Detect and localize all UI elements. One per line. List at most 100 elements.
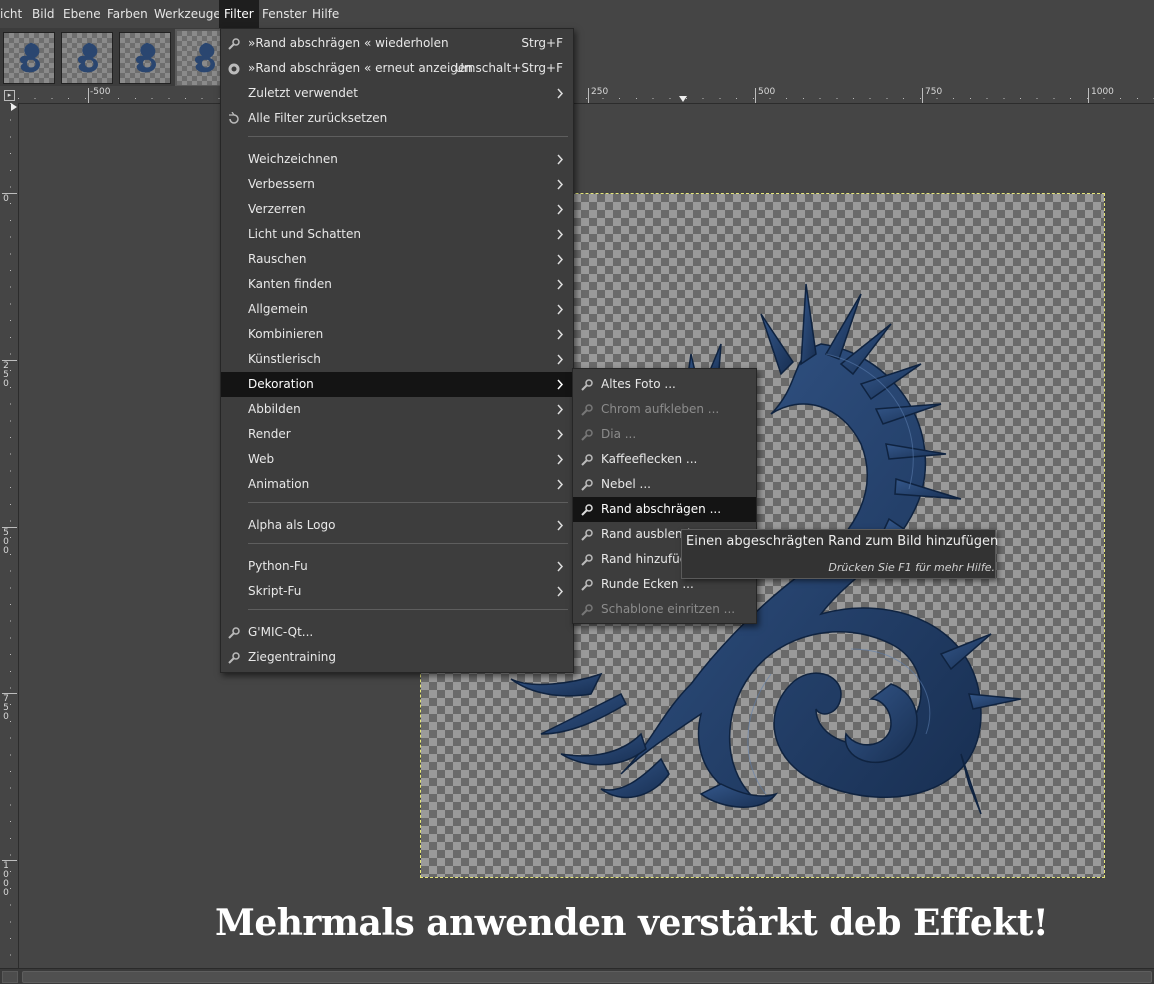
menu-item-ziegentraining[interactable]: Ziegentraining <box>221 645 573 670</box>
menu-item-render[interactable]: Render <box>221 422 573 447</box>
gear-icon <box>228 627 240 639</box>
gear-icon <box>581 429 593 441</box>
menu-item-verzerren[interactable]: Verzerren <box>221 197 573 222</box>
menubar: icht Bild Ebene Farben Werkzeuge Filter … <box>0 0 1154 28</box>
gear-icon <box>581 404 593 416</box>
gear-icon <box>581 504 593 516</box>
menu-item-gmic-qt[interactable]: G'MIC-Qt... <box>221 620 573 645</box>
chevron-right-icon <box>557 179 564 190</box>
menu-item-licht-und-schatten[interactable]: Licht und Schatten <box>221 222 573 247</box>
submenu-item-rand-abschraegen[interactable]: Rand abschrägen ... <box>573 497 756 522</box>
dragon-thumbnail-icon <box>19 42 40 73</box>
submenu-item-dia[interactable]: Dia ... <box>573 422 756 447</box>
ruler-label: 0 <box>3 194 9 204</box>
horizontal-scrollbar[interactable] <box>0 968 1154 984</box>
chevron-right-icon <box>557 304 564 315</box>
vertical-ruler: 0 250 500 750 1000 <box>0 103 19 968</box>
pointer-position-marker <box>679 96 687 102</box>
gear-icon <box>581 454 593 466</box>
menu-hilfe[interactable]: Hilfe <box>307 0 344 28</box>
ruler-label: 1000 <box>3 861 9 898</box>
ruler-label: 750 <box>3 694 9 722</box>
submenu-item-kaffeeflecken[interactable]: Kaffeeflecken ... <box>573 447 756 472</box>
menu-item-weichzeichnen[interactable]: Weichzeichnen <box>221 147 573 172</box>
menu-item-abbilden[interactable]: Abbilden <box>221 397 573 422</box>
reshow-icon <box>228 63 240 75</box>
image-tab-1[interactable] <box>3 32 55 84</box>
menu-item-dekoration[interactable]: Dekoration <box>221 372 573 397</box>
chevron-right-icon <box>557 279 564 290</box>
gear-icon <box>581 379 593 391</box>
chevron-right-icon <box>557 254 564 265</box>
image-tab-3[interactable] <box>119 32 171 84</box>
chevron-right-icon <box>557 329 564 340</box>
image-tabs <box>0 28 229 87</box>
submenu-item-altes-foto[interactable]: Altes Foto ... <box>573 372 756 397</box>
menu-ebene[interactable]: Ebene <box>58 0 106 28</box>
ruler-label: 750 <box>925 87 943 97</box>
ruler-label: 500 <box>3 528 9 556</box>
chevron-right-icon <box>557 561 564 572</box>
image-tab-2[interactable] <box>61 32 113 84</box>
menu-separator <box>248 609 568 610</box>
gear-icon <box>581 579 593 591</box>
ruler-corner[interactable]: ▸ <box>0 86 18 103</box>
submenu-item-nebel[interactable]: Nebel ... <box>573 472 756 497</box>
menu-item-skript-fu[interactable]: Skript-Fu <box>221 579 573 604</box>
tooltip-title: Einen abgeschrägten Rand zum Bild hinzuf… <box>686 534 999 549</box>
gear-icon <box>581 479 593 491</box>
chevron-right-icon <box>557 520 564 531</box>
chevron-right-icon <box>557 88 564 99</box>
reset-icon <box>229 112 239 124</box>
chevron-right-icon <box>557 454 564 465</box>
menu-item-kuenstlerisch[interactable]: Künstlerisch <box>221 347 573 372</box>
chevron-right-icon <box>557 229 564 240</box>
menu-item-alpha-als-logo[interactable]: Alpha als Logo <box>221 513 573 538</box>
submenu-item-chrom-aufkleben[interactable]: Chrom aufkleben ... <box>573 397 756 422</box>
menu-item-animation[interactable]: Animation <box>221 472 573 497</box>
gear-icon <box>581 604 593 616</box>
scrollbar-thumb[interactable] <box>22 971 1152 983</box>
menu-separator <box>248 136 568 137</box>
ruler-label: 250 <box>591 87 609 97</box>
dragon-thumbnail-icon <box>194 42 215 73</box>
caption-text: Mehrmals anwenden verstärkt deb Effekt! <box>215 902 1049 944</box>
submenu-item-schablone-einritzen[interactable]: Schablone einritzen ... <box>573 597 756 622</box>
chevron-right-icon <box>557 204 564 215</box>
menu-item-repeat-filter[interactable]: »Rand abschrägen « wiederholen Strg+F <box>221 31 573 56</box>
gear-icon <box>581 529 593 541</box>
menu-item-python-fu[interactable]: Python-Fu <box>221 554 573 579</box>
filter-menu: »Rand abschrägen « wiederholen Strg+F »R… <box>220 28 574 673</box>
menu-werkzeuge[interactable]: Werkzeuge <box>149 0 226 28</box>
menu-fenster[interactable]: Fenster <box>257 0 312 28</box>
navigate-icon[interactable] <box>2 971 18 983</box>
menu-item-recently-used[interactable]: Zuletzt verwendet <box>221 81 573 106</box>
menu-farben[interactable]: Farben <box>102 0 153 28</box>
menu-separator <box>248 502 568 503</box>
chevron-right-icon <box>557 379 564 390</box>
quick-mask-icon: ▸ <box>4 90 15 101</box>
gear-icon <box>228 652 240 664</box>
menu-item-reset-filters[interactable]: Alle Filter zurücksetzen <box>221 106 573 131</box>
menu-separator <box>248 543 568 544</box>
menu-filter[interactable]: Filter <box>219 0 259 28</box>
menu-ansicht[interactable]: icht <box>0 0 27 28</box>
chevron-right-icon <box>557 429 564 440</box>
menu-item-allgemein[interactable]: Allgemein <box>221 297 573 322</box>
gear-icon <box>228 38 240 50</box>
ruler-label: 250 <box>3 361 9 389</box>
ruler-label: -500 <box>90 87 111 97</box>
menu-item-verbessern[interactable]: Verbessern <box>221 172 573 197</box>
menu-bild[interactable]: Bild <box>27 0 60 28</box>
horizontal-ruler: -500 250 500 750 1000 <box>18 86 1154 104</box>
menu-item-kanten-finden[interactable]: Kanten finden <box>221 272 573 297</box>
menu-item-reshow-filter[interactable]: »Rand abschrägen « erneut anzeigen Umsch… <box>221 56 573 81</box>
menu-item-rauschen[interactable]: Rauschen <box>221 247 573 272</box>
dragon-thumbnail-icon <box>77 42 98 73</box>
chevron-right-icon <box>557 586 564 597</box>
dekoration-submenu: Altes Foto ... Chrom aufkleben ... Dia .… <box>572 368 757 624</box>
chevron-right-icon <box>557 354 564 365</box>
menu-item-web[interactable]: Web <box>221 447 573 472</box>
dragon-thumbnail-icon <box>135 42 156 73</box>
menu-item-kombinieren[interactable]: Kombinieren <box>221 322 573 347</box>
